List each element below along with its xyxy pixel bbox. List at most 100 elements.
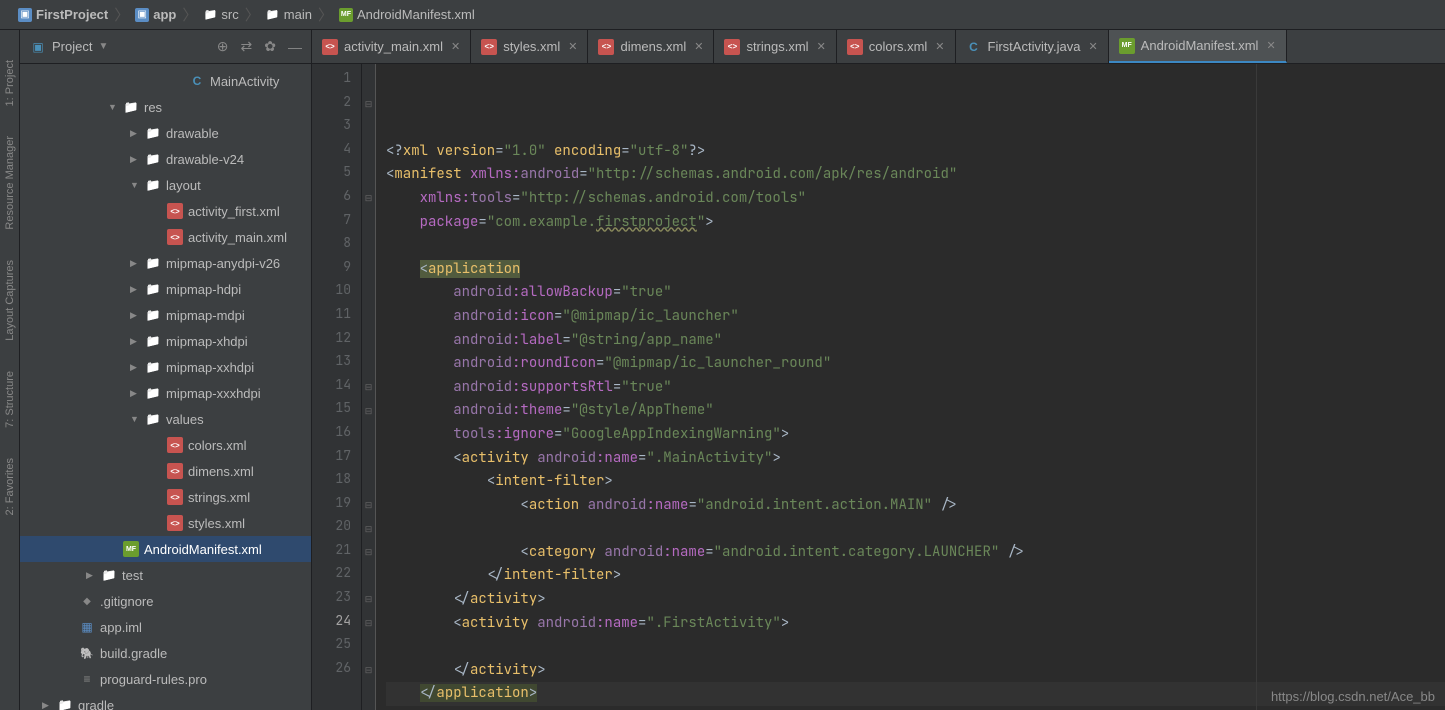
tree-item-mipmap-hdpi[interactable]: mipmap-hdpi bbox=[20, 276, 311, 302]
fold-marker[interactable] bbox=[362, 211, 375, 235]
fold-marker[interactable]: ⊟ bbox=[362, 399, 375, 423]
code-line[interactable]: android:icon="@mipmap/ic_launcher" bbox=[386, 305, 1445, 329]
fold-marker[interactable] bbox=[362, 69, 375, 93]
tree-arrow-icon[interactable] bbox=[130, 258, 140, 269]
close-icon[interactable]: ✕ bbox=[1088, 40, 1097, 53]
fold-marker[interactable] bbox=[362, 447, 375, 471]
line-number[interactable]: 9 bbox=[312, 258, 361, 282]
fold-marker[interactable] bbox=[362, 281, 375, 305]
code-line[interactable]: android:supportsRtl="true" bbox=[386, 376, 1445, 400]
tool-structure[interactable]: 7: Structure bbox=[4, 371, 16, 428]
line-number[interactable]: 5 bbox=[312, 163, 361, 187]
line-number[interactable]: 21 bbox=[312, 541, 361, 565]
line-number[interactable]: 4 bbox=[312, 140, 361, 164]
locate-icon[interactable]: ⊕ bbox=[214, 38, 232, 55]
fold-marker[interactable]: ⊟ bbox=[362, 93, 375, 117]
code-line[interactable]: tools:ignore="GoogleAppIndexingWarning"> bbox=[386, 423, 1445, 447]
tree-item-colors-xml[interactable]: colors.xml bbox=[20, 432, 311, 458]
line-number[interactable]: 15 bbox=[312, 399, 361, 423]
fold-marker[interactable] bbox=[362, 116, 375, 140]
close-icon[interactable]: ✕ bbox=[1266, 39, 1275, 52]
line-number[interactable]: 11 bbox=[312, 305, 361, 329]
fold-marker[interactable]: ⊟ bbox=[362, 187, 375, 211]
fold-marker[interactable] bbox=[362, 423, 375, 447]
code-line[interactable]: <activity android:name=".MainActivity"> bbox=[386, 447, 1445, 471]
line-number[interactable]: 17 bbox=[312, 447, 361, 471]
tree-item-gradle[interactable]: gradle bbox=[20, 692, 311, 710]
fold-marker[interactable]: ⊟ bbox=[362, 376, 375, 400]
fold-marker[interactable]: ⊟ bbox=[362, 588, 375, 612]
line-number[interactable]: 20 bbox=[312, 517, 361, 541]
tree-arrow-icon[interactable] bbox=[130, 180, 140, 190]
tab-FirstActivity-java[interactable]: FirstActivity.java✕ bbox=[956, 30, 1109, 63]
expand-icon[interactable]: ⇄ bbox=[238, 38, 256, 55]
tab-strings-xml[interactable]: strings.xml✕ bbox=[714, 30, 836, 63]
tree-item-build-gradle[interactable]: build.gradle bbox=[20, 640, 311, 666]
tool-layout-captures[interactable]: Layout Captures bbox=[4, 260, 16, 341]
project-selector[interactable]: Project ▼ bbox=[26, 39, 208, 55]
hide-icon[interactable]: — bbox=[285, 39, 305, 55]
fold-marker[interactable]: ⊟ bbox=[362, 517, 375, 541]
fold-marker[interactable] bbox=[362, 163, 375, 187]
code-line[interactable]: <category android:name="android.intent.c… bbox=[386, 541, 1445, 565]
fold-marker[interactable]: ⊟ bbox=[362, 541, 375, 565]
code-line[interactable]: </activity> bbox=[386, 659, 1445, 683]
tool-favorites[interactable]: 2: Favorites bbox=[4, 458, 16, 515]
line-number[interactable]: 25 bbox=[312, 635, 361, 659]
close-icon[interactable]: ✕ bbox=[694, 40, 703, 53]
code-line[interactable]: android:allowBackup="true" bbox=[386, 281, 1445, 305]
tool-project[interactable]: 1: Project bbox=[4, 60, 16, 106]
code-line[interactable]: android:roundIcon="@mipmap/ic_launcher_r… bbox=[386, 352, 1445, 376]
breadcrumb-main[interactable]: main bbox=[266, 7, 312, 22]
code-line[interactable]: package="com.example.firstproject"> bbox=[386, 211, 1445, 235]
tree-item-proguard-rules-pro[interactable]: proguard-rules.pro bbox=[20, 666, 311, 692]
tree-item-MainActivity[interactable]: MainActivity bbox=[20, 68, 311, 94]
code-line[interactable]: android:theme="@style/AppTheme" bbox=[386, 399, 1445, 423]
tree-item-mipmap-mdpi[interactable]: mipmap-mdpi bbox=[20, 302, 311, 328]
code-line[interactable] bbox=[386, 234, 1445, 258]
line-number[interactable]: 24 bbox=[312, 612, 361, 636]
fold-gutter[interactable]: ⊟⊟⊟⊟⊟⊟⊟⊟⊟⊟ bbox=[362, 64, 376, 710]
tool-resource-manager[interactable]: Resource Manager bbox=[4, 136, 16, 230]
code-editor[interactable]: <?xml version="1.0" encoding="utf-8"?><m… bbox=[376, 64, 1445, 710]
line-number[interactable]: 3 bbox=[312, 116, 361, 140]
line-number[interactable]: 19 bbox=[312, 494, 361, 518]
line-number[interactable]: 16 bbox=[312, 423, 361, 447]
tree-item-drawable[interactable]: drawable bbox=[20, 120, 311, 146]
line-number[interactable]: 23 bbox=[312, 588, 361, 612]
close-icon[interactable]: ✕ bbox=[817, 40, 826, 53]
project-tree[interactable]: MainActivityresdrawabledrawable-v24layou… bbox=[20, 64, 311, 710]
close-icon[interactable]: ✕ bbox=[935, 40, 944, 53]
tree-arrow-icon[interactable] bbox=[86, 570, 96, 581]
breadcrumb-project[interactable]: FirstProject bbox=[18, 7, 108, 22]
fold-marker[interactable] bbox=[362, 635, 375, 659]
tree-item-styles-xml[interactable]: styles.xml bbox=[20, 510, 311, 536]
tree-item-app-iml[interactable]: app.iml bbox=[20, 614, 311, 640]
tab-AndroidManifest-xml[interactable]: AndroidManifest.xml✕ bbox=[1109, 30, 1287, 63]
tree-item-drawable-v24[interactable]: drawable-v24 bbox=[20, 146, 311, 172]
code-line[interactable]: </intent-filter> bbox=[386, 564, 1445, 588]
line-number[interactable]: 2 bbox=[312, 93, 361, 117]
tree-arrow-icon[interactable] bbox=[130, 362, 140, 373]
tree-item-layout[interactable]: layout bbox=[20, 172, 311, 198]
tree-arrow-icon[interactable] bbox=[108, 102, 118, 112]
fold-marker[interactable] bbox=[362, 470, 375, 494]
code-line[interactable]: <action android:name="android.intent.act… bbox=[386, 494, 1445, 518]
tree-item-mipmap-anydpi-v26[interactable]: mipmap-anydpi-v26 bbox=[20, 250, 311, 276]
tree-arrow-icon[interactable] bbox=[130, 414, 140, 424]
line-number[interactable]: 22 bbox=[312, 564, 361, 588]
tree-arrow-icon[interactable] bbox=[130, 388, 140, 399]
tree-item-activity_first-xml[interactable]: activity_first.xml bbox=[20, 198, 311, 224]
line-number[interactable]: 14 bbox=[312, 376, 361, 400]
tree-arrow-icon[interactable] bbox=[130, 336, 140, 347]
fold-marker[interactable]: ⊟ bbox=[362, 612, 375, 636]
tree-arrow-icon[interactable] bbox=[42, 700, 52, 710]
tree-item-mipmap-xxxhdpi[interactable]: mipmap-xxxhdpi bbox=[20, 380, 311, 406]
tree-arrow-icon[interactable] bbox=[130, 310, 140, 321]
tab-dimens-xml[interactable]: dimens.xml✕ bbox=[588, 30, 714, 63]
code-line[interactable]: <?xml version="1.0" encoding="utf-8"?> bbox=[386, 140, 1445, 164]
breadcrumb-app[interactable]: app bbox=[135, 7, 176, 22]
line-number[interactable]: 6 bbox=[312, 187, 361, 211]
tree-item-values[interactable]: values bbox=[20, 406, 311, 432]
tab-colors-xml[interactable]: colors.xml✕ bbox=[837, 30, 956, 63]
